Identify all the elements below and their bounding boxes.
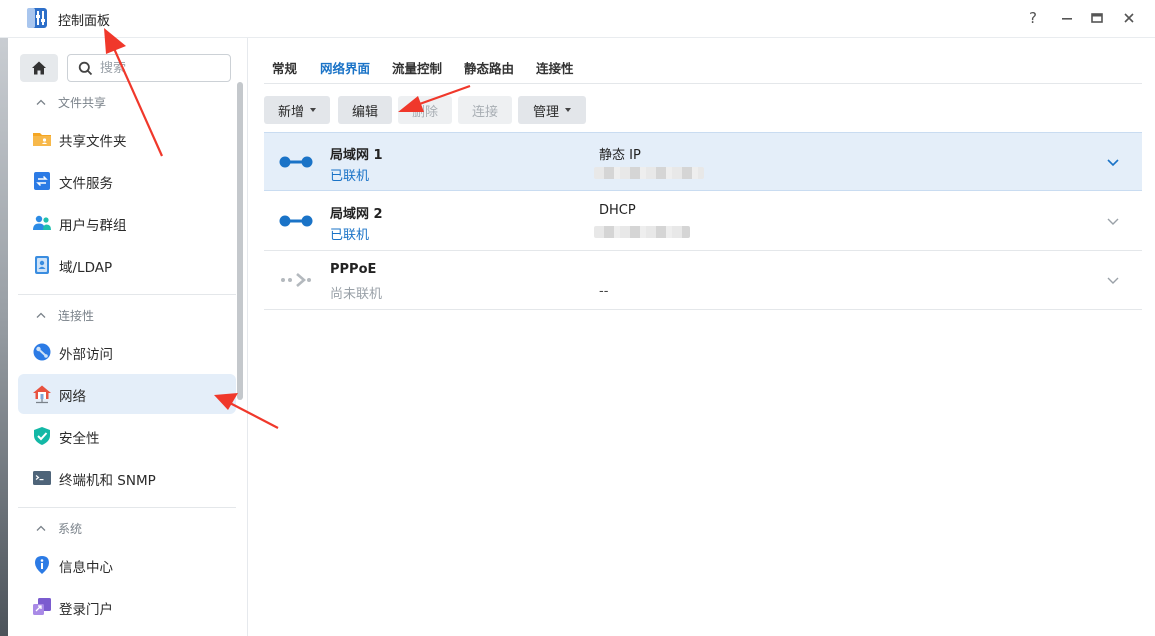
home-icon [32,61,46,75]
sidebar-item-shared-folder[interactable]: 共享文件夹 [18,119,236,159]
delete-button[interactable]: 删除 [398,96,452,124]
desktop-edge [0,38,8,636]
sidebar: 文件共享 共享文件夹 文件服务 用户与群组 [8,38,248,636]
shield-icon [34,427,50,445]
redacted-ip [594,226,690,238]
tab-static-route[interactable]: 静态路由 [464,58,514,77]
create-button[interactable]: 新增 [264,96,330,124]
login-portal-icon [33,598,51,615]
sidebar-item-file-services[interactable]: 文件服务 [18,161,236,201]
network-house-icon [33,385,51,404]
interface-name: 局域网 1 [330,148,383,163]
sidebar-divider [18,507,236,508]
sidebar-item-domain-ldap[interactable]: 域/LDAP [18,245,236,285]
home-button[interactable] [20,54,58,82]
section-file-sharing[interactable]: 文件共享 [34,92,106,112]
connect-button[interactable]: 连接 [458,96,512,124]
caret-down-icon [310,108,316,112]
disconnected-icon [281,273,311,287]
info-icon [35,556,49,574]
sidebar-scrollbar[interactable] [237,82,243,400]
sidebar-item-security[interactable]: 安全性 [18,416,236,456]
external-access-icon [33,343,51,361]
search-box[interactable] [67,54,231,82]
chevron-down-icon[interactable] [1104,212,1122,230]
sidebar-item-terminal-snmp[interactable]: 终端机和 SNMP [18,458,236,498]
interface-name: 局域网 2 [330,207,383,222]
minimize-icon [1062,18,1072,20]
interface-status: 已联机 [330,228,370,243]
interface-status: 尚未联机 [330,287,383,302]
domain-ldap-icon [35,256,49,274]
sidebar-item-network[interactable]: 网络 [18,374,236,414]
minimize-button[interactable] [1056,7,1078,29]
tab-bar: 常规 网络界面 流量控制 静态路由 连接性 [264,38,1142,84]
chevron-down-icon[interactable] [1104,271,1122,289]
sidebar-item-login-portal[interactable]: 登录门户 [18,587,236,627]
section-system[interactable]: 系统 [34,518,82,538]
tab-connectivity[interactable]: 连接性 [536,58,574,77]
sidebar-item-info-center[interactable]: 信息中心 [18,545,236,585]
section-connectivity[interactable]: 连接性 [34,305,94,325]
tab-network-interface[interactable]: 网络界面 [320,58,370,77]
interface-row-lan1[interactable]: 局域网 1 已联机 静态 IP [264,132,1142,191]
manage-button[interactable]: 管理 [518,96,586,124]
chevron-up-icon [36,525,46,531]
chevron-up-icon [36,312,46,318]
close-icon [1124,13,1134,23]
file-services-icon [34,172,50,190]
main-panel: 常规 网络界面 流量控制 静态路由 连接性 新增 编辑 删除 连接 管理 局域网… [248,38,1155,636]
chevron-up-icon [36,99,46,105]
connected-icon [279,215,313,227]
edit-button[interactable]: 编辑 [338,96,392,124]
connected-icon [279,156,313,168]
sidebar-item-users-groups[interactable]: 用户与群组 [18,203,236,243]
tab-general[interactable]: 常规 [272,58,297,77]
terminal-icon [33,471,51,485]
sidebar-item-external-access[interactable]: 外部访问 [18,332,236,372]
sidebar-divider [18,294,236,295]
interface-row-lan2[interactable]: 局域网 2 已联机 DHCP [264,192,1142,251]
search-input[interactable] [100,59,220,77]
title-bar: 控制面板 ? [0,0,1155,38]
chevron-down-icon[interactable] [1104,153,1122,171]
interface-type: 静态 IP [599,148,641,163]
close-button[interactable] [1118,7,1140,29]
interface-type: DHCP [599,203,636,218]
window-title: 控制面板 [58,14,111,29]
maximize-icon [1091,13,1103,23]
tab-traffic-control[interactable]: 流量控制 [392,58,442,77]
shared-folder-icon [33,133,51,146]
interface-row-pppoe[interactable]: PPPoE 尚未联机 -- [264,251,1142,310]
search-icon [78,61,93,76]
interface-name: PPPoE [330,262,377,277]
caret-down-icon [565,108,571,112]
maximize-button[interactable] [1086,7,1108,29]
redacted-ip [594,167,704,179]
help-button[interactable]: ? [1022,7,1044,29]
users-groups-icon [33,215,51,230]
interface-status: 已联机 [330,169,370,184]
interface-ip: -- [599,284,609,299]
control-panel-app-icon [27,8,47,28]
